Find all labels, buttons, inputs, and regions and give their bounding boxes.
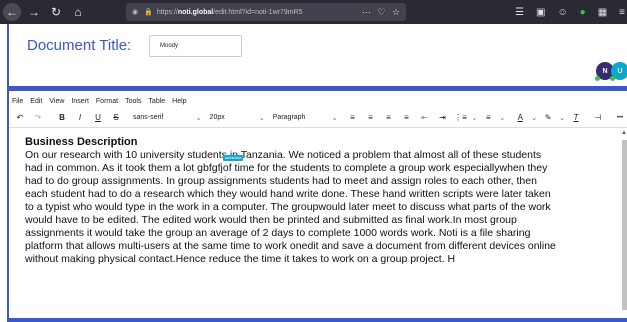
browser-toolbar: ← → ↻ ⌂ ◉ 🔒 https://noti.global/edit.htm… <box>0 0 627 24</box>
block-format-value: Paragraph <box>272 114 306 121</box>
chevron-down-icon[interactable]: ⌄ <box>472 114 478 122</box>
avatar-initial: U <box>617 67 623 75</box>
document-title-input[interactable]: Moody <box>149 35 242 57</box>
align-center-icon[interactable]: ≡ <box>364 110 378 126</box>
menu-help[interactable]: Help <box>172 98 186 105</box>
avatar[interactable]: U <box>610 62 627 81</box>
page-actions-icon[interactable]: ⋯ <box>362 7 371 17</box>
menu-icon[interactable]: ≡ <box>619 7 625 18</box>
menu-edit[interactable]: Edit <box>30 98 42 105</box>
reload-icon[interactable]: ↻ <box>47 3 65 21</box>
account-icon[interactable]: ☺ <box>557 7 567 18</box>
font-size-select[interactable]: 20px ⌄ <box>206 110 269 126</box>
chevron-down-icon[interactable]: ⌄ <box>531 114 537 122</box>
section-heading: Business Description <box>25 136 138 148</box>
editor-scrollbar[interactable]: ▲ <box>621 130 627 318</box>
align-right-icon[interactable]: ≡ <box>382 110 396 126</box>
italic-button[interactable]: I <box>73 110 87 126</box>
indent-icon[interactable]: ⇥ <box>436 110 450 126</box>
outdent-icon[interactable]: ⇤ <box>418 110 432 126</box>
bold-button[interactable]: B <box>55 110 69 126</box>
back-arrow-icon[interactable]: ← <box>3 3 21 21</box>
extension-icon[interactable]: ● <box>580 7 586 18</box>
formatting-toolbar: ↶ ↷ B I U S sans-serif ⌄ 20px ⌄ Paragraph ⌄… <box>9 108 627 128</box>
sidebar-icon[interactable]: ▣ <box>536 7 545 18</box>
url-prefix: https:// <box>156 8 178 16</box>
chevron-down-icon: ⌄ <box>331 114 338 122</box>
chevron-down-icon: ⌄ <box>258 114 265 122</box>
menu-format[interactable]: Format <box>96 98 118 105</box>
align-left-icon[interactable]: ≡ <box>346 110 360 126</box>
forward-arrow-icon[interactable]: → <box>25 3 43 21</box>
collaborator-cursor-label: someone <box>223 155 244 161</box>
scroll-thumb[interactable] <box>622 140 627 310</box>
clear-formatting-icon[interactable]: T <box>569 110 583 126</box>
scroll-up-icon[interactable]: ▲ <box>621 130 627 136</box>
more-button[interactable]: ••• <box>613 110 627 126</box>
text-color-icon[interactable]: A <box>513 110 527 126</box>
address-bar[interactable]: ◉ 🔒 https://noti.global/edit.html?id=not… <box>126 3 406 21</box>
url-host: noti.global <box>177 8 214 16</box>
editor-content[interactable]: Business Description On our research wit… <box>9 130 621 318</box>
lock-icon: 🔒 <box>144 9 153 16</box>
underline-button[interactable]: U <box>91 110 105 126</box>
online-indicator <box>595 76 600 81</box>
pocket-icon[interactable]: ♡ <box>377 7 385 17</box>
strikethrough-button[interactable]: S <box>109 110 123 126</box>
page-break-icon[interactable]: ⊣ <box>591 110 605 126</box>
menu-insert[interactable]: Insert <box>71 98 89 105</box>
star-icon[interactable]: ☆ <box>392 7 400 17</box>
numbered-list-icon[interactable]: ≡ <box>481 110 495 126</box>
font-family-select[interactable]: sans-serif ⌄ <box>129 110 206 126</box>
menu-table[interactable]: Table <box>148 98 165 105</box>
home-icon[interactable]: ⌂ <box>69 3 87 21</box>
avatar-initial: N <box>602 67 608 75</box>
extensions-icon[interactable]: ▦ <box>598 7 607 18</box>
library-icon[interactable]: ☰ <box>515 7 524 18</box>
highlight-color-icon[interactable]: ✎ <box>541 110 555 126</box>
shield-icon: ◉ <box>132 9 139 16</box>
font-family-value: sans-serif <box>133 114 164 121</box>
footer-bar <box>9 318 627 322</box>
font-size-value: 20px <box>209 114 225 121</box>
align-justify-icon[interactable]: ≡ <box>400 110 414 126</box>
bullet-list-icon[interactable]: ⋮≡ <box>454 110 468 126</box>
menu-file[interactable]: File <box>12 98 23 105</box>
chevron-down-icon[interactable]: ⌄ <box>559 114 565 122</box>
body-paragraph: On our research with 10 university stude… <box>25 149 556 265</box>
undo-icon[interactable]: ↶ <box>13 110 27 126</box>
document-header: Document Title: Moody N U <box>9 24 627 86</box>
chevron-down-icon[interactable]: ⌄ <box>499 114 505 122</box>
document-title-label: Document Title: <box>27 37 132 54</box>
url-path: /edit.html?id=noti-1wr79mR5 <box>213 8 303 16</box>
online-indicator <box>610 76 615 81</box>
block-format-select[interactable]: Paragraph ⌄ <box>269 110 342 126</box>
chevron-down-icon: ⌄ <box>195 114 202 122</box>
redo-icon[interactable]: ↷ <box>31 110 45 126</box>
menu-view[interactable]: View <box>49 98 64 105</box>
menu-tools[interactable]: Tools <box>125 98 141 105</box>
editor-app: Document Title: Moody N U File Edit View… <box>7 24 627 322</box>
